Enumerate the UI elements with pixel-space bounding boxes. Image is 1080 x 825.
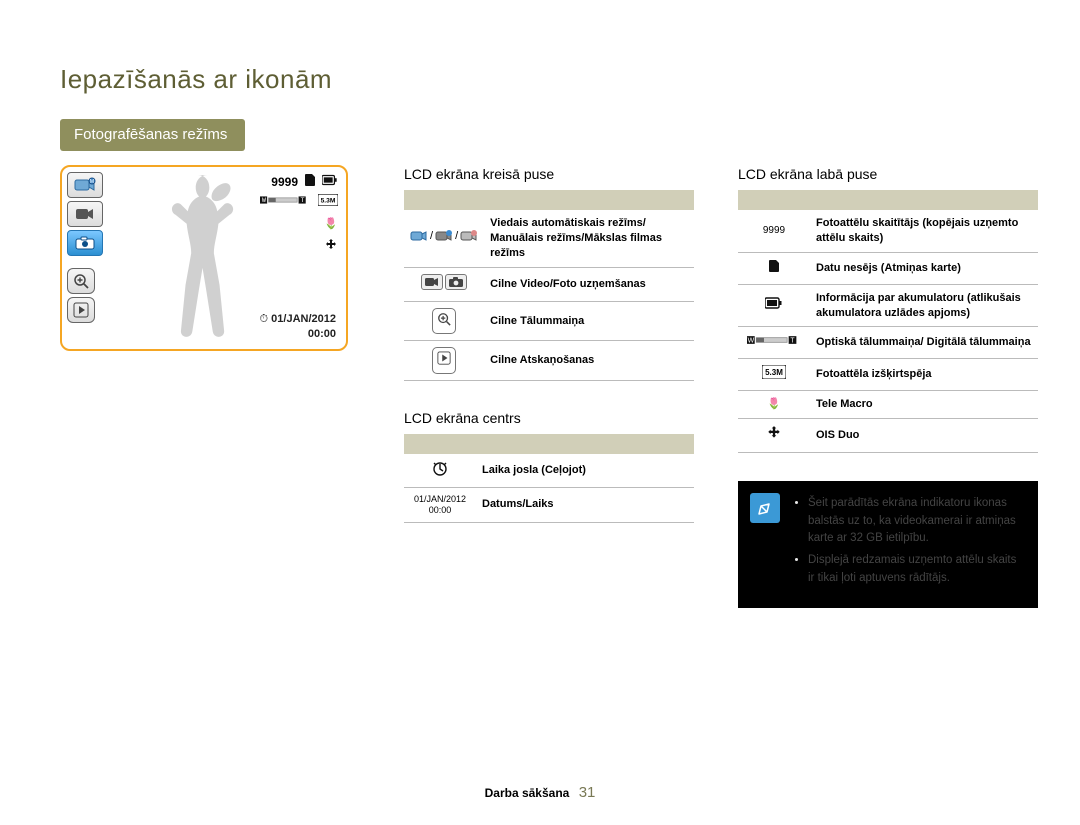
right-column: LCD ekrāna labā puse 9999 Fotoattēlu ska… [738,165,1038,608]
battery-icon [322,174,338,190]
zoom-wt-icon: WT [260,193,310,207]
row-label: OIS Duo [810,418,1038,452]
timelapse-icon [404,454,476,487]
page-number: 31 [579,784,596,801]
shot-counter: 9999 [271,174,298,190]
footer-section: Darba sākšana [485,786,570,800]
svg-text:5.3M: 5.3M [765,368,783,377]
table-row: Laika josla (Ceļojot) [404,454,694,487]
note-item: Displejā redzamais uzņemto attēlu skaits… [808,554,1016,584]
mode-pill: Fotografēšanas režīms [60,119,245,151]
table-row: 01/JAN/2012 00:00 Datums/Laiks [404,488,694,523]
row-label: Cilne Tālummaiņa [484,301,694,341]
row-label: Fotoattēla izšķirtspēja [810,359,1038,391]
note-item: Šeit parādītās ekrāna indikatoru ikonas … [808,497,1016,545]
row-label: Cilne Atskaņošanas [484,341,694,381]
table-row: Cilne Video/Foto uzņemšanas [404,267,694,301]
date: 01/JAN/2012 [271,313,336,325]
svg-text:5.3M: 5.3M [321,198,336,205]
datetime-display: 01/JAN/2012 00:00 [260,312,336,342]
res-icon: 5.3M [738,359,810,391]
note-icon [750,493,780,523]
preview-sidebar: M [67,172,103,323]
sdcard-icon [303,173,317,191]
row-label: Optiskā tālummaiņa/ Digitālā tālummaiņa [810,327,1038,359]
row-label: Cilne Video/Foto uzņemšanas [484,267,694,301]
zoom-indicator-row: WT 5.3M [260,193,338,207]
svg-text:W: W [748,338,755,345]
lcd-preview: M [60,165,348,351]
battery-icon [738,284,810,327]
count-aux: 9999 [738,210,810,252]
svg-text:M: M [90,179,94,185]
table-row: / / Viedais automātiskais režīms/ Manuāl… [404,210,694,267]
right-table: 9999 Fotoattēlu skaitītājs (kopējais uzņ… [738,190,1038,453]
table-row: Datu nesējs (Atmiņas karte) [738,252,1038,284]
table-row: Cilne Tālummaiņa [404,301,694,341]
mid-right-icons: 🌷 [324,217,338,257]
row-label: Datu nesējs (Atmiņas karte) [810,252,1038,284]
row-label: Tele Macro [810,391,1038,419]
table-row: OIS Duo [738,418,1038,452]
top-status: 9999 [271,173,338,191]
center-table: Laika josla (Ceļojot) 01/JAN/2012 00:00 … [404,434,694,522]
left-table: / / Viedais automātiskais režīms/ Manuāl… [404,190,694,381]
playback-tab[interactable] [67,297,95,323]
row-label: Datums/Laiks [476,488,694,523]
photo-tab-active[interactable] [67,230,103,256]
note-box: Šeit parādītās ekrāna indikatoru ikonas … [738,481,1038,608]
play-icon [404,341,484,381]
vidphoto-icon [404,267,484,301]
svg-text:T: T [790,338,795,345]
table-row: 🌷 Tele Macro [738,391,1038,419]
datetime-aux: 01/JAN/2012 00:00 [404,488,476,523]
row-label: Informācija par akumulatoru (atlikušais … [810,284,1038,327]
page-title: Iepazīšanās ar ikonām [60,62,1020,97]
preview-column: M [60,165,360,351]
row-label: Fotoattēlu skaitītājs (kopējais uzņemto … [810,210,1038,252]
telemacro-icon: 🌷 [324,217,338,232]
ois-icon [738,418,810,452]
table-row: 9999 Fotoattēlu skaitītājs (kopējais uzņ… [738,210,1038,252]
zoom-tab[interactable] [67,268,95,294]
table-row: Informācija par akumulatoru (atlikušais … [738,284,1038,327]
video-tab[interactable] [67,201,103,227]
table-row: Cilne Atskaņošanas [404,341,694,381]
telemacro-icon: 🌷 [738,391,810,419]
mode-tab[interactable]: M [67,172,103,198]
right-table-title: LCD ekrāna labā puse [738,165,1038,184]
footer: Darba sākšana 31 [0,783,1080,803]
table-row: 5.3M Fotoattēla izšķirtspēja [738,359,1038,391]
ois-icon [324,238,338,257]
sdcard-icon [738,252,810,284]
row-label: Laika josla (Ceļojot) [476,454,694,487]
left-column: LCD ekrāna kreisā puse / / Viedais autom… [404,165,694,550]
page: Iepazīšanās ar ikonām Fotografēšanas rež… [0,0,1080,825]
zoom-wt-icon: WT [738,327,810,359]
silhouette-graphic [148,175,248,345]
row-label: Viedais automātiskais režīms/ Manuālais … [484,210,694,267]
center-table-title: LCD ekrāna centrs [404,409,694,428]
zoom-icon [404,301,484,341]
left-table-title: LCD ekrāna kreisā puse [404,165,694,184]
content-layout: M [60,165,1020,608]
time: 00:00 [260,327,336,342]
modes-row-icon: / / [404,210,484,267]
res-icon: 5.3M [318,194,338,206]
table-row: WT Optiskā tālummaiņa/ Digitālā tālummai… [738,327,1038,359]
